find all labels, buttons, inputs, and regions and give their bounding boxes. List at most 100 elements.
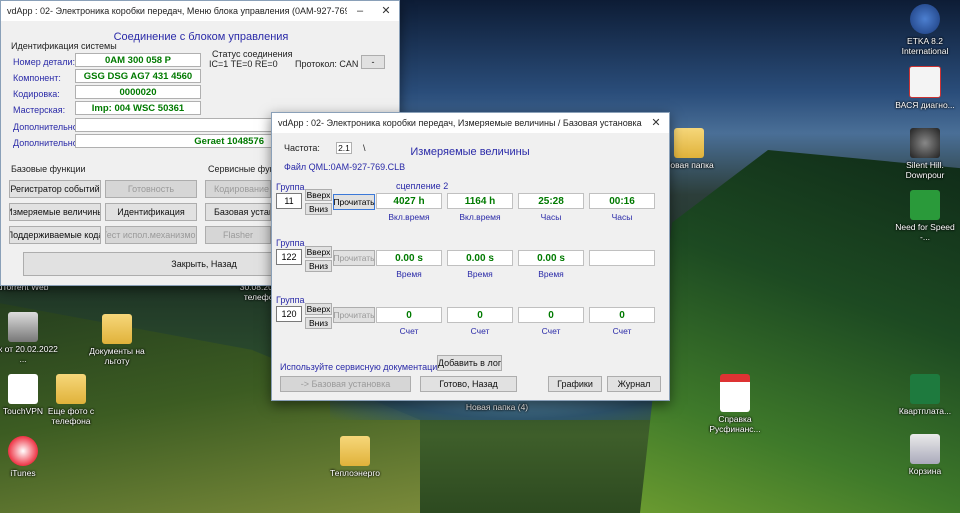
graphs-button[interactable]: Графики — [548, 376, 602, 392]
value-cell: 25:28 — [518, 193, 584, 209]
status-values: IC=1 TE=0 RE=0 — [209, 59, 278, 69]
vpn-icon — [8, 374, 38, 404]
event-registrar-button[interactable]: Регистратор событий — [9, 180, 101, 198]
title-bar: vdApp : 02- Электроника коробки передач,… — [1, 1, 399, 21]
desktop-icon-kvartplata[interactable]: Квартплата... — [890, 374, 960, 416]
nfs-icon — [910, 190, 940, 220]
workshop-field: Imp: 004 WSC 50361 — [75, 101, 201, 115]
excel-icon — [910, 374, 940, 404]
group-down-button[interactable]: Вниз — [305, 317, 332, 329]
journal-button[interactable]: Журнал — [607, 376, 661, 392]
game-icon — [910, 128, 940, 158]
pdf-icon — [720, 374, 750, 412]
measured-values-window: vdApp : 02- Электроника коробки передач,… — [271, 112, 670, 401]
frequency-label: Частота: — [284, 143, 320, 153]
basic-setup-button[interactable]: -> Базовая установка — [280, 376, 411, 392]
field-label-part-number: Номер детали: — [13, 57, 75, 67]
part-number-field: 0AM 300 058 P — [75, 53, 201, 67]
protocol-label: Протокол: CAN — [295, 59, 359, 69]
basic-setup-button[interactable]: Базовая устано — [205, 203, 271, 221]
value-cell: 0.00 s — [447, 250, 513, 266]
field-label-extra-2: Дополнительно: — [13, 138, 81, 148]
group-up-button[interactable]: Вверх — [305, 246, 332, 258]
group-number-input[interactable]: 120 — [276, 306, 302, 322]
group-label: Группа — [276, 295, 305, 305]
close-icon[interactable]: ✕ — [643, 113, 669, 133]
measured-values-button[interactable]: Измеряемые величины — [9, 203, 101, 221]
value-cell: 0 — [518, 307, 584, 323]
close-icon[interactable]: ✕ — [373, 1, 399, 21]
minimize-button[interactable]: – — [347, 1, 373, 21]
frequency-value: 2.1 — [336, 142, 352, 154]
value-cell: 1164 h — [447, 193, 513, 209]
desktop-icon-recycle-bin[interactable]: Корзина — [890, 434, 960, 476]
read-button[interactable]: Прочитать — [333, 307, 375, 323]
desktop-icon-spravka[interactable]: Справка Русфинанс... — [700, 374, 770, 434]
add-to-log-button[interactable]: Добавить в лог — [437, 355, 502, 371]
desktop-icon-check[interactable]: Чек от 20.02.2022 ... — [0, 312, 58, 364]
desktop-icon-nfs[interactable]: Need for Speed -... — [890, 190, 960, 242]
value-cell: 0.00 s — [518, 250, 584, 266]
value-cell: 0 — [589, 307, 655, 323]
protocol-button[interactable]: - — [361, 55, 385, 69]
group-down-button[interactable]: Вниз — [305, 260, 332, 272]
desktop-icon-teploenergo[interactable]: Теплоэнерго — [320, 436, 390, 478]
component-field: GSG DSG AG7 431 4560 — [75, 69, 201, 83]
folder-icon — [340, 436, 370, 466]
vasya-icon — [909, 66, 941, 98]
group-number-input[interactable]: 122 — [276, 249, 302, 265]
folder-icon — [102, 314, 132, 344]
frequency-separator: \ — [363, 143, 366, 153]
unit-label: Время — [538, 269, 564, 279]
unit-label: Счет — [470, 326, 490, 336]
flasher-button[interactable]: Flasher — [205, 226, 271, 244]
read-button[interactable]: Прочитать — [333, 250, 375, 266]
desktop-icon-new-folder-4[interactable]: Новая папка (4) — [462, 402, 532, 412]
group-number-input[interactable]: 11 — [276, 193, 302, 209]
desktop-icon-silent-hill[interactable]: Silent Hill. Downpour — [890, 128, 960, 180]
done-back-button[interactable]: Готово, Назад — [420, 376, 517, 392]
title-bar: vdApp : 02- Электроника коробки передач,… — [272, 113, 669, 133]
group-up-button[interactable]: Вверх — [305, 189, 332, 201]
group-label: Группа — [276, 182, 305, 192]
file-label: Файл QML:0AM-927-769.CLB — [284, 162, 406, 172]
desktop-icon-photos[interactable]: Еще фото с телефона — [36, 374, 106, 426]
field-label-workshop: Мастерская: — [13, 105, 66, 115]
coding-button[interactable]: Кодирование I — [205, 180, 271, 198]
itunes-icon — [8, 436, 38, 466]
value-cell: 00:16 — [589, 193, 655, 209]
recycle-bin-icon — [910, 434, 940, 464]
status-label: Статус соединения — [212, 49, 293, 59]
value-cell: 0 — [447, 307, 513, 323]
desktop-icon-documents[interactable]: Документы на льготу — [82, 314, 152, 366]
actuator-test-button[interactable]: Тест испол.механизмов — [105, 226, 197, 244]
group-label: Группа — [276, 238, 305, 248]
coding-field: 0000020 — [75, 85, 201, 99]
image-file-icon — [8, 312, 38, 342]
value-cell: 4027 h — [376, 193, 442, 209]
unit-label: Часы — [611, 212, 633, 222]
readiness-button[interactable]: Готовность — [105, 180, 197, 198]
value-cell — [589, 250, 655, 266]
ident-label: Идентификация системы — [11, 41, 117, 51]
supported-codes-button[interactable]: Поддерживаемые кода — [9, 226, 101, 244]
service-functions-label: Сервисные функ — [208, 164, 279, 174]
field-label-component: Компонент: — [13, 73, 61, 83]
field-label-coding: Кодировка: — [13, 89, 60, 99]
desktop-icon-vasya[interactable]: ВАСЯ диагно... — [890, 66, 960, 110]
group-title: сцепление 2 — [396, 181, 449, 191]
folder-icon — [56, 374, 86, 404]
extra-field-2: Geraet 1048576 — [75, 134, 275, 148]
unit-label: Вкл.время — [388, 212, 430, 222]
folder-icon — [674, 128, 704, 158]
desktop-icon-itunes[interactable]: iTunes — [0, 436, 58, 478]
unit-label: Счет — [399, 326, 419, 336]
desktop-icon-etka[interactable]: ETKA 8.2 International — [890, 4, 960, 56]
group-up-button[interactable]: Вверх — [305, 303, 332, 315]
identification-button[interactable]: Идентификация — [105, 203, 197, 221]
read-button[interactable]: Прочитать — [333, 194, 375, 210]
extra-field-1 — [75, 118, 275, 132]
group-down-button[interactable]: Вниз — [305, 203, 332, 215]
connection-header: Соединение с блоком управления — [113, 31, 289, 43]
unit-label: Часы — [540, 212, 562, 222]
